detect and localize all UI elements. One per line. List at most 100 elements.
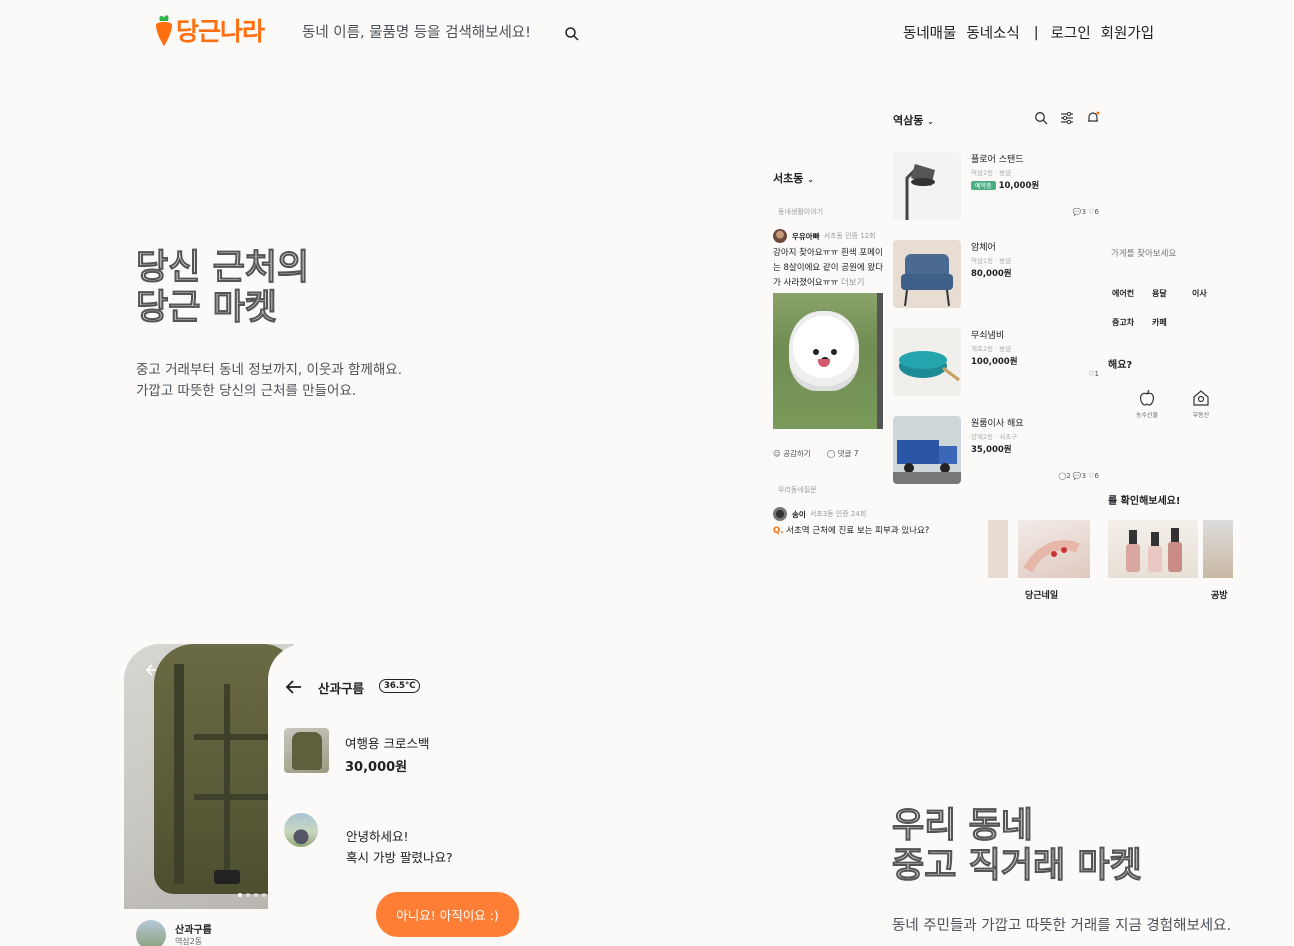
listing-item[interactable]: 무쇠냄비 개포2동 · 방금 100,000원 ♡1 bbox=[893, 328, 1103, 396]
top-nav: 동네매물 동네소식 | 로그인 회원가입 bbox=[903, 22, 1164, 43]
store-check-heading: 를 확인해보세요! bbox=[1108, 496, 1181, 507]
nav-item-neighborhood-items[interactable]: 동네매물 bbox=[903, 22, 956, 43]
hero-desc-line1: 중고 거래부터 동네 정보까지, 이웃과 함께해요. bbox=[136, 362, 403, 378]
post-actions: ☺ 공감하기 ◯ 댓글 7 bbox=[773, 448, 859, 459]
hero2-title-line2: 중고 직거래 마켓 bbox=[892, 846, 1143, 887]
community-category-label: 동네생활이야기 bbox=[778, 208, 824, 216]
question-author[interactable]: 송이 서초3동 인증 24회 bbox=[773, 507, 866, 521]
search-icon[interactable] bbox=[1034, 111, 1048, 125]
author-name: 우유아빠 bbox=[792, 231, 820, 241]
chat-item-thumbnail[interactable] bbox=[284, 728, 329, 773]
item-price: 80,000원 bbox=[971, 269, 1012, 279]
logo-text: 당근나라 bbox=[176, 17, 265, 46]
hero2-title-line1: 우리 동네 bbox=[892, 806, 1034, 847]
chat-partner-name: 산과구름 bbox=[318, 681, 365, 696]
store-icon-produce[interactable]: 농수산물 bbox=[1127, 388, 1167, 419]
hero-title: 당신 근처의 당근 마켓 bbox=[135, 248, 310, 329]
listing-item[interactable]: 암체어 역삼1동 · 방금 80,000원 bbox=[893, 240, 1103, 308]
comment-button[interactable]: ◯ 댓글 7 bbox=[827, 448, 859, 459]
post-photo-dog[interactable] bbox=[773, 293, 877, 429]
carrot-logo-icon bbox=[156, 15, 172, 46]
hero-desc-line2: 가깝고 따뜻한 당신의 근처를 만들어요. bbox=[136, 383, 357, 399]
signup-link[interactable]: 회원가입 bbox=[1101, 22, 1154, 43]
login-link[interactable]: 로그인 bbox=[1051, 22, 1091, 43]
category-truck[interactable]: 용달 bbox=[1152, 288, 1192, 299]
chat-reply-bubble[interactable]: 아니요! 아직이요 :) bbox=[376, 892, 519, 937]
search-input[interactable] bbox=[302, 21, 552, 45]
back-arrow-icon[interactable] bbox=[284, 678, 302, 696]
item-price: 35,000원 bbox=[971, 445, 1012, 455]
post-body[interactable]: 강아지 찾아요ㅠㅠ 흰색 포메이는 8살이에요 같이 공원에 왔다가 사라졌어요… bbox=[773, 246, 885, 291]
item-photo-truck bbox=[893, 416, 961, 484]
category-used-car[interactable]: 중고차 bbox=[1112, 317, 1152, 328]
item-subtitle: 양재2동 · 서초구 bbox=[971, 433, 1018, 441]
smile-icon: ☺ bbox=[773, 449, 781, 458]
seller-avatar[interactable] bbox=[136, 920, 166, 946]
seller-location: 역삼2동 bbox=[175, 937, 203, 946]
item-subtitle: 개포2동 · 방금 bbox=[971, 345, 1012, 353]
search-icon[interactable] bbox=[564, 26, 580, 42]
category-cafe[interactable]: 카페 bbox=[1152, 317, 1192, 328]
seller-name: 산과구름 bbox=[175, 925, 212, 936]
chat-partner-avatar[interactable] bbox=[284, 813, 318, 847]
community-location-selector[interactable]: 서초동 ⌄ bbox=[773, 170, 814, 186]
comment-icon: ◯ bbox=[826, 449, 836, 458]
item-title: 무쇠냄비 bbox=[971, 331, 1005, 341]
hero2-title: 우리 동네 중고 직거래 마켓 bbox=[892, 806, 1143, 887]
listing-location-selector[interactable]: 역삼동 ⌄ bbox=[893, 112, 934, 128]
item-price: 100,000원 bbox=[971, 357, 1018, 367]
bell-icon[interactable] bbox=[1086, 111, 1100, 125]
chat-message: 안녕하세요! 혹시 가방 팔렸나요? bbox=[346, 829, 453, 865]
question-avatar bbox=[773, 507, 787, 521]
store-photo-workshop bbox=[1203, 520, 1233, 578]
nav-separator: | bbox=[1033, 24, 1039, 41]
post-author[interactable]: 우유아빠 서초동 인증 12회 bbox=[773, 229, 876, 243]
author-meta: 서초동 인증 12회 bbox=[823, 232, 876, 240]
item-photo-armchair bbox=[893, 240, 961, 308]
back-arrow-icon[interactable] bbox=[142, 662, 158, 678]
question-text[interactable]: Q. 서초역 근처에 진료 보는 피부과 있나요? bbox=[773, 524, 929, 536]
category-aircon[interactable]: 에어컨 bbox=[1112, 288, 1152, 299]
store-photo-nail-polish[interactable] bbox=[1108, 520, 1198, 578]
like-button[interactable]: ☺ 공감하기 bbox=[773, 448, 811, 459]
item-stats: ♡1 bbox=[1088, 370, 1099, 378]
nav-item-neighborhood-news[interactable]: 동네소식 bbox=[966, 22, 1019, 43]
question-author-name: 송이 bbox=[792, 509, 806, 519]
question-author-meta: 서초3동 인증 24회 bbox=[809, 510, 867, 518]
hero-title-line2: 당근 마켓 bbox=[135, 288, 277, 329]
item-price: 10,000원 bbox=[998, 181, 1040, 191]
listing-item[interactable]: 플로어 스탠드 역삼2동 · 방금 예약중 10,000원 💬3 ♡6 bbox=[893, 152, 1103, 220]
store-question-heading: 해요? bbox=[1108, 360, 1133, 371]
category-moving[interactable]: 이사 bbox=[1192, 288, 1232, 299]
question-category-label: 우리동네질문 bbox=[778, 486, 817, 494]
store-photo-nail[interactable] bbox=[1018, 520, 1090, 578]
filter-icon[interactable] bbox=[1060, 111, 1074, 125]
store-categories: 에어컨 용달 이사 중고차 카페 bbox=[1112, 288, 1232, 328]
item-stats: ◯2 💬3 ♡6 bbox=[1058, 472, 1099, 480]
more-link[interactable]: 더보기 bbox=[841, 278, 864, 288]
house-icon bbox=[1193, 390, 1209, 406]
chat-item-title: 여행용 크로스백 bbox=[345, 736, 430, 751]
item-title: 원룸이사 해요 bbox=[971, 419, 1024, 429]
store-name[interactable]: 공방 bbox=[1211, 588, 1228, 601]
hero2-description: 동네 주민들과 가깝고 따뜻한 거래를 지금 경험해보세요. bbox=[892, 918, 1232, 934]
item-stats: 💬3 ♡6 bbox=[1072, 208, 1099, 216]
hero-title-line1: 당신 근처의 bbox=[135, 248, 310, 289]
post-photo-2 bbox=[877, 293, 883, 429]
store-icon-realestate[interactable]: 부동산 bbox=[1181, 388, 1221, 419]
author-avatar bbox=[773, 229, 787, 243]
store-search-input[interactable]: 가게를 찾아보세요 bbox=[1111, 247, 1176, 259]
reserved-badge: 예약중 bbox=[971, 181, 996, 190]
item-photo-cast-iron-pot bbox=[893, 328, 961, 396]
listing-toolbar bbox=[1034, 111, 1100, 125]
apple-icon bbox=[1140, 389, 1154, 406]
item-subtitle: 역삼1동 · 방금 bbox=[971, 257, 1012, 265]
item-photo-floor-lamp bbox=[893, 152, 961, 220]
photo-pagination bbox=[238, 893, 266, 897]
item-title: 플로어 스탠드 bbox=[971, 155, 1024, 165]
listing-item[interactable]: 원룸이사 해요 양재2동 · 서초구 35,000원 ◯2 💬3 ♡6 bbox=[893, 416, 1103, 484]
store-name[interactable]: 당근네일 bbox=[1025, 588, 1058, 601]
logo[interactable]: 당근나라 bbox=[153, 12, 265, 48]
store-photo-partial bbox=[988, 520, 1008, 578]
chat-item-price: 30,000원 bbox=[345, 760, 408, 775]
